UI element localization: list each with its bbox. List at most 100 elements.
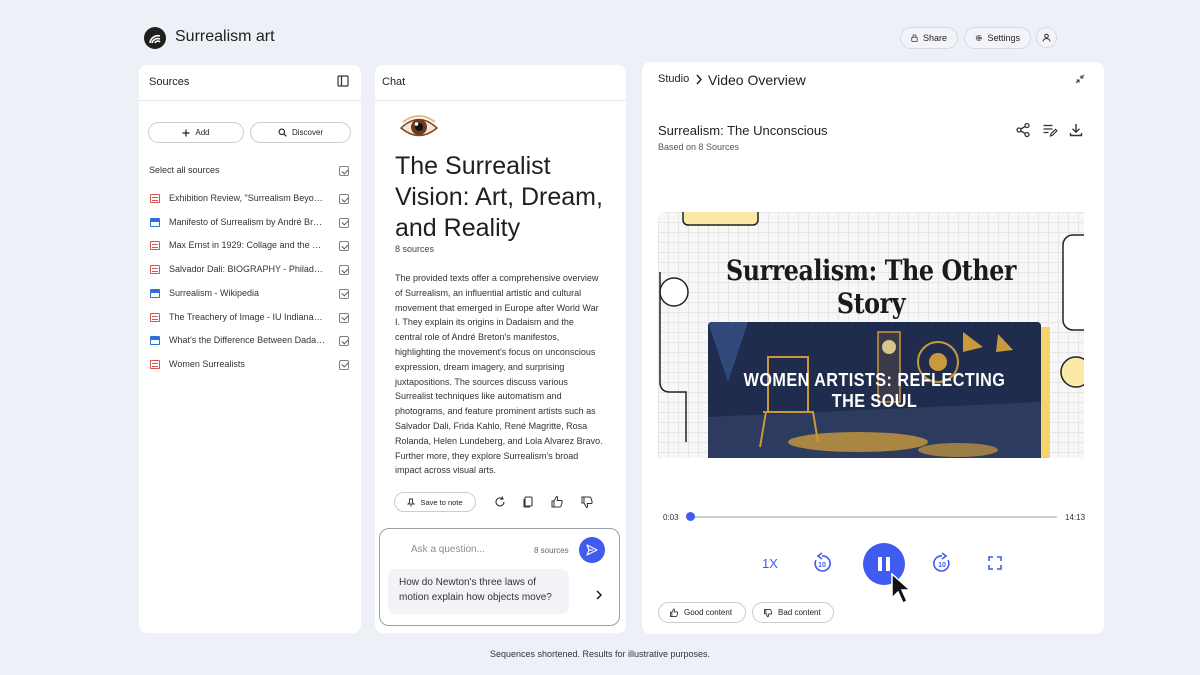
suggested-question[interactable]: How do Newton's three laws of motion exp… — [388, 569, 569, 614]
total-time: 14:13 — [1065, 513, 1086, 522]
video-sources: Based on 8 Sources — [658, 142, 740, 152]
thumbs-down-icon — [764, 608, 773, 617]
share-button[interactable]: Share — [900, 27, 958, 49]
select-all-checkbox[interactable] — [339, 166, 349, 176]
gear-icon — [975, 35, 982, 41]
source-item-label: Max Ernst in 1929: Collage and the Polit… — [169, 240, 327, 251]
settings-label: Settings — [987, 33, 1020, 43]
add-source-button[interactable]: Add — [148, 122, 244, 143]
person-icon — [1042, 33, 1051, 42]
eye-emoji-icon — [399, 115, 439, 137]
playback-speed-button[interactable]: 1X — [762, 556, 778, 571]
source-item-checkbox[interactable] — [339, 194, 349, 204]
source-item-label: Exhibition Review, "Surrealism Beyond Bo… — [169, 193, 327, 203]
studio-panel: Studio Video Overview Surrealism: The Un… — [642, 62, 1104, 634]
forward-10-icon[interactable]: 10 — [931, 552, 953, 574]
source-item[interactable]: Surrealism - Wikipedia — [149, 286, 351, 302]
sources-panel: Sources Add Discover Select all sources … — [139, 65, 361, 633]
copy-icon[interactable] — [521, 495, 535, 509]
source-item-label: Salvador Dali: BIOGRAPHY - Philadelphia — [169, 264, 327, 275]
edit-list-icon[interactable] — [1042, 122, 1058, 138]
source-item-checkbox[interactable] — [339, 265, 349, 276]
source-item-label: Manifesto of Surrealism by André Breton — [169, 216, 327, 227]
chat-summary: The provided texts offer a comprehensive… — [395, 273, 603, 476]
pdf-file-icon — [150, 194, 160, 203]
save-note-label: Save to note — [420, 497, 463, 507]
source-item[interactable]: Max Ernst in 1929: Collage and the Polit… — [149, 238, 351, 254]
source-item-checkbox[interactable] — [339, 359, 349, 370]
pin-icon — [407, 498, 416, 507]
thumbs-up-icon — [670, 608, 679, 617]
settings-button[interactable]: Settings — [964, 27, 1031, 49]
discover-icon — [278, 128, 287, 137]
fullscreen-icon[interactable] — [984, 552, 1006, 574]
breadcrumb-video-overview: Video Overview — [708, 72, 806, 88]
source-item-label: The Treachery of Image - IU Indianapolis — [169, 311, 327, 322]
web-page-icon — [150, 336, 160, 346]
bad-content-label: Bad content — [778, 608, 821, 617]
thumbs-down-icon[interactable] — [580, 495, 594, 509]
source-item[interactable]: Salvador Dali: BIOGRAPHY - Philadelphia — [149, 262, 351, 278]
discover-button[interactable]: Discover — [250, 122, 351, 143]
source-item[interactable]: The Treachery of Image - IU Indianapolis — [149, 310, 351, 326]
source-item-checkbox[interactable] — [339, 336, 349, 347]
chat-title: Chat — [382, 76, 406, 88]
source-item[interactable]: Women Surrealists — [149, 357, 351, 373]
source-item-checkbox[interactable] — [339, 288, 349, 299]
thumbs-up-icon[interactable] — [550, 495, 564, 509]
save-to-note-button[interactable]: Save to note — [394, 492, 476, 512]
pause-icon — [878, 557, 890, 571]
progress-bar[interactable] — [689, 516, 1057, 518]
share-icon[interactable] — [1015, 122, 1031, 138]
send-icon — [586, 544, 598, 556]
svg-text:10: 10 — [818, 562, 826, 569]
source-item[interactable]: Exhibition Review, "Surrealism Beyond Bo… — [149, 191, 351, 207]
question-composer: Ask a question... 8 sources How do Newto… — [379, 528, 620, 626]
slide-headline: Surrealism: The Other Story — [725, 254, 1017, 320]
chevron-right-icon — [596, 590, 603, 600]
send-button[interactable] — [579, 537, 605, 563]
source-item-checkbox[interactable] — [339, 312, 349, 323]
rewind-10-icon[interactable]: 10 — [811, 552, 833, 574]
source-item-label: What's the Difference Between Dada and — [169, 335, 327, 346]
source-item-label: Surrealism - Wikipedia — [169, 287, 260, 298]
breadcrumb-studio[interactable]: Studio — [658, 73, 689, 85]
chat-header: Chat — [375, 65, 626, 101]
profile-button[interactable] — [1036, 27, 1057, 48]
video-player[interactable]: Surrealism: The Other Story WOMEN ARTIST… — [658, 212, 1084, 458]
lock-icon — [911, 34, 918, 42]
chat-heading: The Surrealist Vision: Art, Dream, and R… — [395, 152, 603, 242]
bad-content-button[interactable]: Bad content — [752, 602, 834, 623]
input-source-count: 8 sources — [534, 546, 569, 555]
sources-title: Sources — [149, 76, 190, 88]
web-page-icon — [150, 288, 160, 298]
mouse-cursor-icon — [891, 572, 912, 605]
video-title: Surrealism: The Unconscious — [658, 123, 828, 138]
regenerate-icon[interactable] — [493, 495, 507, 509]
select-all-label: Select all sources — [149, 165, 220, 175]
source-item-checkbox[interactable] — [339, 217, 349, 228]
chat-panel: Chat The Surrealist Vision: Art, Dream, … — [375, 65, 626, 633]
question-input[interactable]: Ask a question... — [411, 544, 485, 555]
progress-handle[interactable] — [685, 512, 695, 521]
source-item[interactable]: Manifesto of Surrealism by André Breton — [149, 215, 351, 231]
pdf-file-icon — [150, 359, 160, 369]
pdf-file-icon — [150, 265, 160, 275]
pdf-file-icon — [150, 241, 160, 251]
next-suggestion-button[interactable] — [588, 584, 610, 606]
notebook-title[interactable]: Surrealism art — [175, 28, 275, 46]
current-time: 0:03 — [663, 513, 679, 522]
source-item-checkbox[interactable] — [339, 241, 349, 252]
collapse-sidebar-icon[interactable] — [337, 75, 349, 87]
collapse-icon[interactable] — [1075, 74, 1085, 84]
good-content-button[interactable]: Good content — [658, 602, 746, 623]
app-logo — [144, 27, 166, 49]
source-item-label: Women Surrealists — [169, 358, 245, 369]
source-item[interactable]: What's the Difference Between Dada and — [149, 333, 351, 349]
pdf-file-icon — [150, 312, 160, 322]
download-icon[interactable] — [1068, 122, 1084, 138]
svg-text:10: 10 — [938, 562, 946, 569]
chevron-right-icon — [696, 74, 702, 85]
slide-illustration: WOMEN ARTISTS: REFLECTING THE SOUL — [708, 322, 1041, 458]
slide-caption: WOMEN ARTISTS: REFLECTING THE SOUL — [743, 370, 1006, 411]
